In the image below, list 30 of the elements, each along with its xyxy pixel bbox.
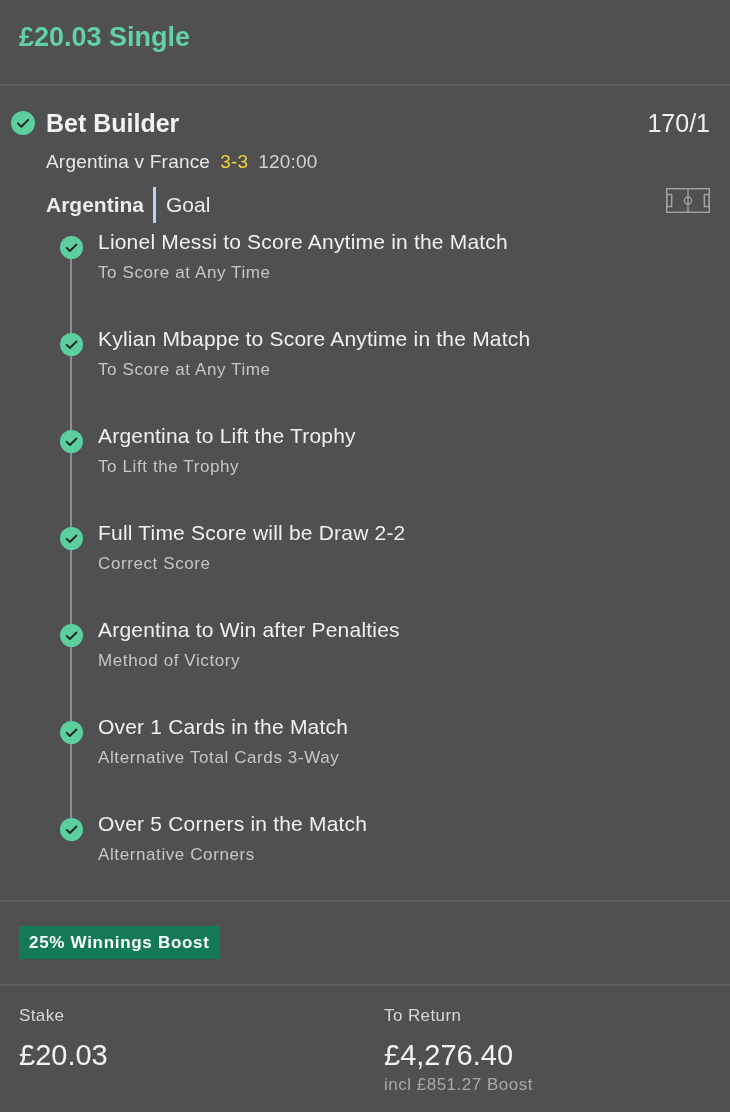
selection-name: Argentina to Lift the Trophy: [98, 423, 356, 449]
return-label: To Return: [384, 1005, 462, 1027]
market-name: Goal: [166, 192, 211, 218]
selection-name: Kylian Mbappe to Score Anytime in the Match: [98, 326, 531, 352]
selection-market: Correct Score: [98, 553, 212, 575]
bet-builder-title: Bet Builder: [46, 109, 180, 137]
selection-name: Argentina to Win after Penalties: [98, 617, 400, 643]
selection-market: Alternative Total Cards 3-Way: [98, 747, 341, 769]
selection-name: Over 1 Cards in the Match: [98, 714, 349, 740]
match-score: 3-3: [220, 150, 249, 174]
odds-text: 170/1: [647, 109, 710, 137]
selection-market: Method of Victory: [98, 650, 242, 672]
pitch-icon[interactable]: [666, 188, 710, 213]
match-name: Argentina v France: [46, 150, 211, 174]
team-name: Argentina: [46, 192, 144, 218]
bet-type-title: £20.03 Single: [19, 21, 191, 54]
separator-bar: [153, 187, 156, 223]
selection-market: To Score at Any Time: [98, 262, 272, 284]
match-clock: 120:00: [258, 150, 318, 174]
selection-market: To Score at Any Time: [98, 359, 272, 381]
selection-market: To Lift the Trophy: [98, 456, 241, 478]
selection-market: Alternative Corners: [98, 844, 256, 866]
return-amount: £4,276.40: [384, 1038, 513, 1072]
stake-amount: £20.03: [19, 1038, 108, 1072]
stake-label: Stake: [19, 1005, 65, 1027]
selection-name: Full Time Score will be Draw 2-2: [98, 520, 406, 546]
selection-name: Over 5 Corners in the Match: [98, 811, 368, 837]
boost-badge: 25% Winnings Boost: [19, 926, 220, 959]
boost-note: incl £851.27 Boost: [384, 1074, 533, 1096]
selection-name: Lionel Messi to Score Anytime in the Match: [98, 229, 508, 255]
